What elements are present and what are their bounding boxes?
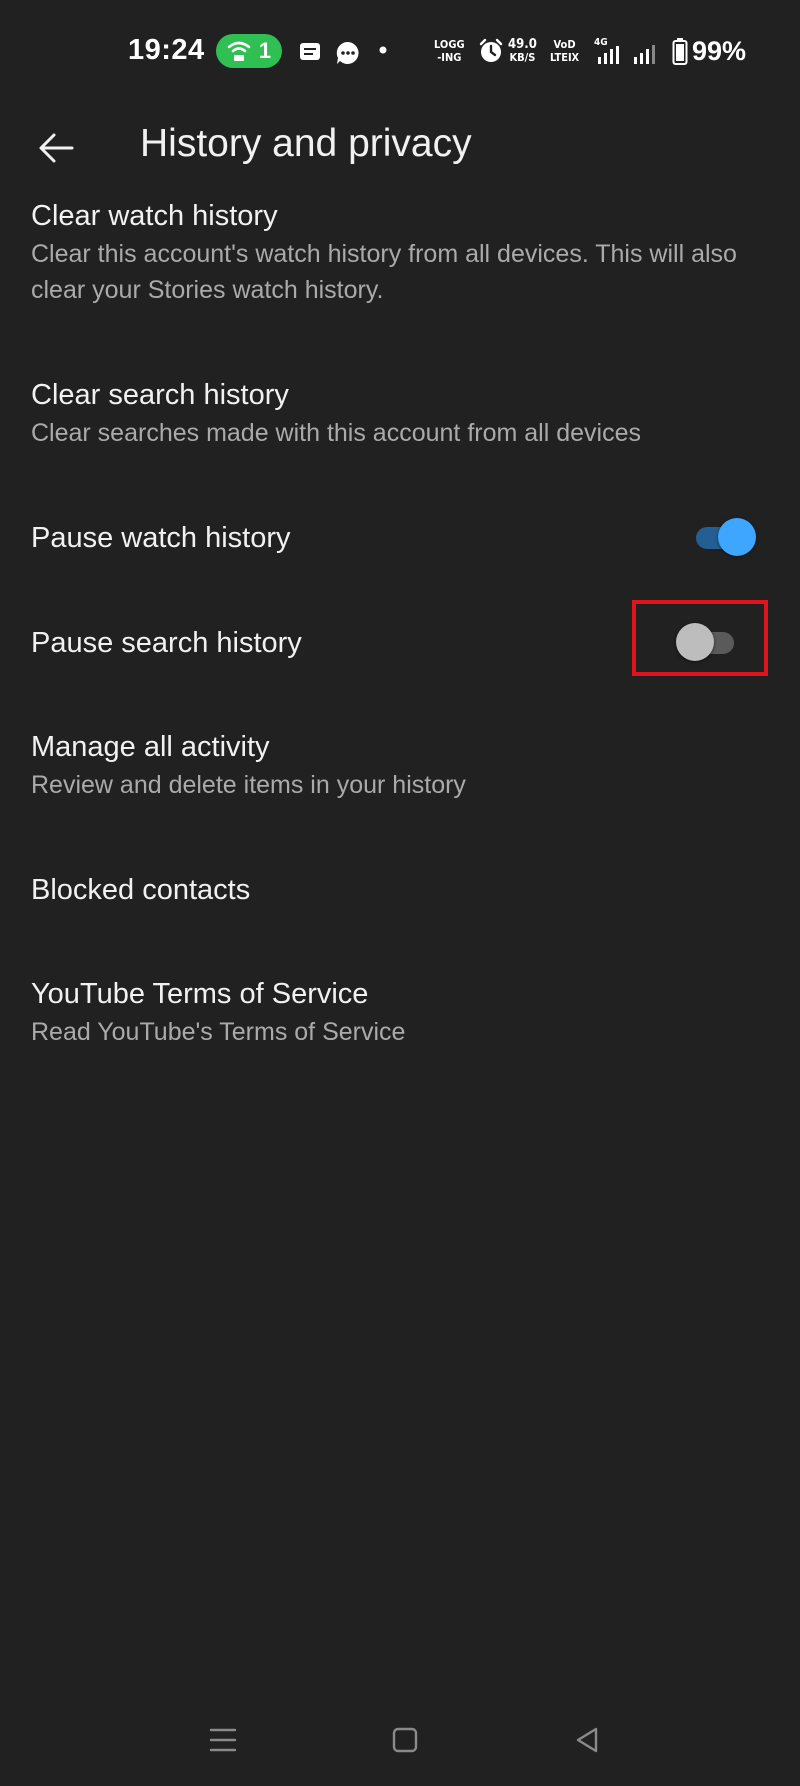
chat-icon bbox=[335, 40, 359, 64]
setting-clear-watch-history[interactable]: Clear watch history Clear this account's… bbox=[31, 198, 771, 308]
hotspot-pill[interactable]: 1 bbox=[216, 34, 282, 68]
setting-title: Blocked contacts bbox=[31, 874, 251, 906]
logging-indicator: LOGG -ING bbox=[434, 38, 465, 64]
setting-title: Manage all activity bbox=[31, 731, 270, 763]
setting-subtitle: Clear this account's watch history from … bbox=[31, 240, 737, 304]
setting-manage-all-activity[interactable]: Manage all activity Review and delete it… bbox=[31, 729, 771, 803]
home-button[interactable] bbox=[385, 1722, 425, 1762]
navigation-bar bbox=[0, 1700, 800, 1786]
setting-pause-watch-history[interactable]: Pause watch history bbox=[31, 520, 771, 556]
highlight-box bbox=[632, 600, 768, 676]
setting-subtitle: Clear searches made with this account fr… bbox=[31, 419, 641, 447]
setting-title: YouTube Terms of Service bbox=[31, 978, 369, 1010]
volte-indicator: VoD LTEⅨ bbox=[550, 38, 580, 64]
system-back-button[interactable] bbox=[567, 1722, 607, 1762]
setting-subtitle: Read YouTube's Terms of Service bbox=[31, 1018, 406, 1046]
hotspot-icon bbox=[227, 40, 251, 62]
page-title: History and privacy bbox=[140, 122, 472, 165]
setting-title: Clear watch history bbox=[31, 200, 278, 232]
signal-icon bbox=[632, 44, 658, 66]
battery-percentage: 99% bbox=[692, 36, 747, 66]
setting-title: Clear search history bbox=[31, 379, 289, 411]
alarm-icon bbox=[478, 38, 504, 64]
status-bar: 19:24 1 LOGG -ING 49.0 KB/S VoD LTEⅨ 4G … bbox=[0, 0, 800, 104]
signal-icon bbox=[596, 46, 622, 66]
back-button[interactable] bbox=[24, 118, 88, 182]
setting-clear-search-history[interactable]: Clear search history Clear searches made… bbox=[31, 377, 771, 451]
status-time: 19:24 bbox=[128, 34, 205, 66]
home-icon bbox=[392, 1727, 418, 1758]
arrow-back-icon bbox=[36, 128, 76, 173]
net-speed: 49.0 KB/S bbox=[508, 37, 537, 64]
setting-blocked-contacts[interactable]: Blocked contacts bbox=[31, 872, 771, 908]
setting-title: Pause watch history bbox=[31, 522, 291, 554]
setting-youtube-terms[interactable]: YouTube Terms of Service Read YouTube's … bbox=[31, 976, 771, 1050]
recents-icon bbox=[209, 1727, 237, 1758]
back-triangle-icon bbox=[574, 1726, 600, 1759]
hotspot-count: 1 bbox=[258, 38, 272, 63]
setting-subtitle: Review and delete items in your history bbox=[31, 771, 466, 799]
toggle-thumb bbox=[718, 518, 756, 556]
message-icon bbox=[298, 40, 322, 64]
pause-watch-history-toggle[interactable] bbox=[692, 517, 758, 557]
battery-icon bbox=[672, 38, 690, 68]
recents-button[interactable] bbox=[203, 1722, 243, 1762]
dot-icon bbox=[378, 45, 388, 55]
